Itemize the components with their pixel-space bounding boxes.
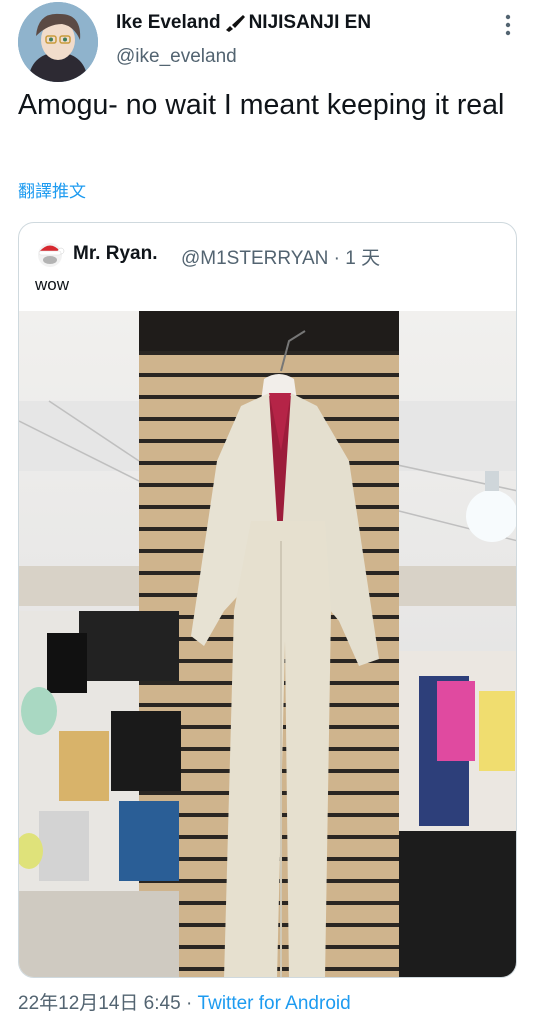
author-name-row[interactable]: Ike Eveland NIJISANJI EN (116, 12, 371, 34)
author-avatar[interactable] (18, 2, 98, 82)
author-handle[interactable]: @ike_eveland (116, 46, 237, 68)
quoted-author-name[interactable]: Mr. Ryan. (73, 243, 157, 265)
store-mannequin-photo (19, 311, 516, 977)
quoted-author-handle-time[interactable]: @M1STERRYAN · 1 天 (181, 243, 380, 270)
more-options-icon[interactable] (500, 14, 516, 36)
tweet-timestamp[interactable]: 22年12月14日 6:45 · (18, 993, 198, 1014)
quoted-tweet-photo[interactable] (19, 311, 516, 977)
tweet-text: Amogu- no wait I meant keeping it real (18, 89, 505, 121)
author-display-name[interactable]: Ike Eveland (116, 12, 221, 34)
tweet-meta-row: 22年12月14日 6:45 · Twitter for Android (18, 988, 351, 1015)
translate-tweet-link[interactable]: 翻譯推文 (18, 177, 86, 202)
quoted-author-avatar[interactable] (35, 239, 65, 269)
avatar-illustration (18, 2, 98, 82)
quoted-tweet-text: wow (35, 275, 70, 294)
paintbrush-icon (223, 13, 247, 33)
quoted-tweet-card[interactable]: Mr. Ryan. @M1STERRYAN · 1 天 wow (18, 222, 517, 978)
author-org: NIJISANJI EN (248, 12, 372, 33)
tweet-source-link[interactable]: Twitter for Android (198, 993, 351, 1014)
